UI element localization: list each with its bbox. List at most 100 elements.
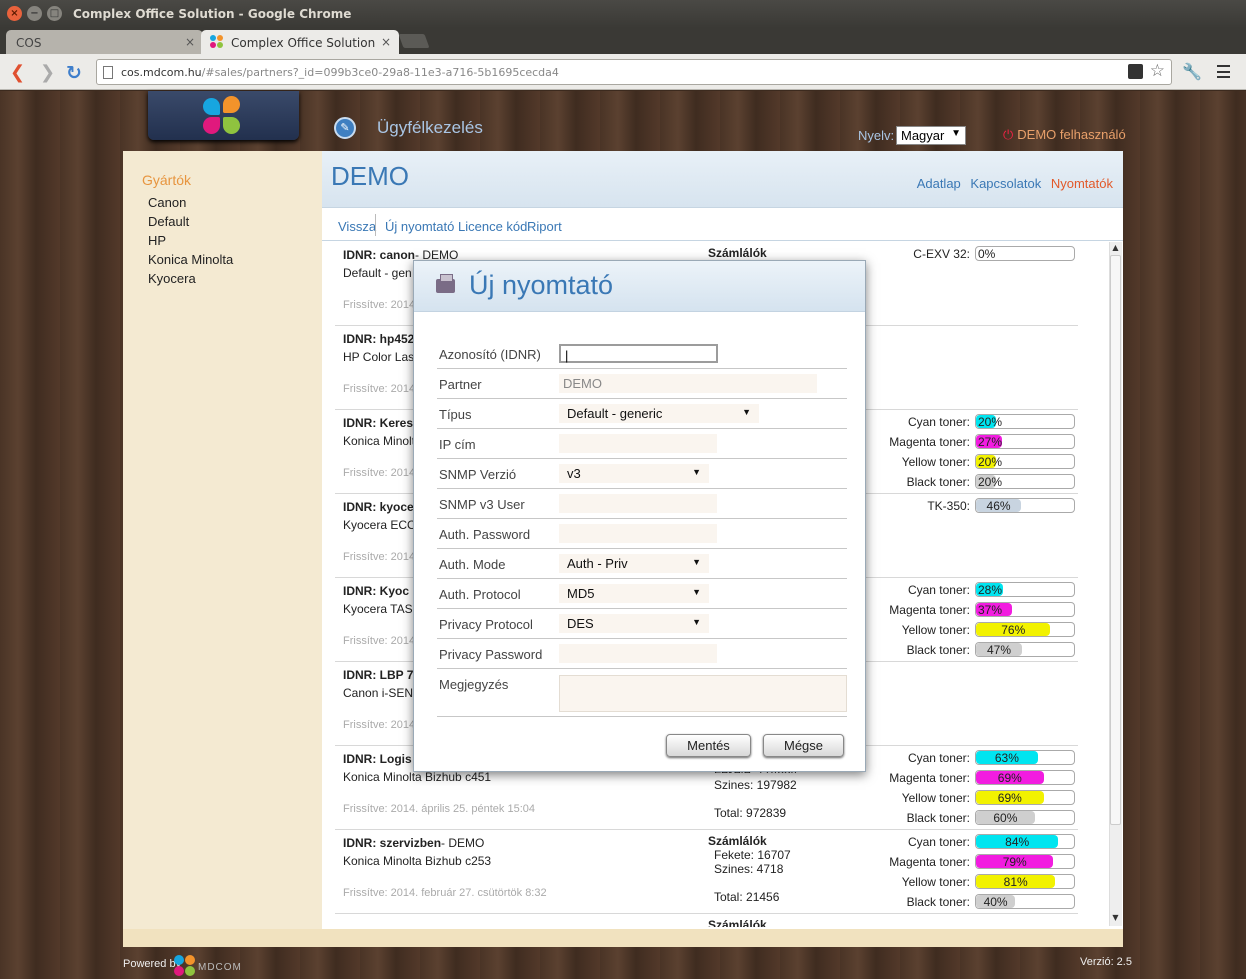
snmp-version-select[interactable]: v3 ▼ <box>559 464 709 483</box>
reload-icon[interactable]: ↻ <box>66 62 82 84</box>
counters-heading: Számlálók <box>708 918 767 927</box>
extension-icon[interactable]: 🔧 <box>1182 62 1202 81</box>
form-row-type: Típus Default - generic ▼ <box>437 399 847 429</box>
window-title: Complex Office Solution - Google Chrome <box>73 7 352 21</box>
new-printer-dialog: Új nyomtató Azonosító (IDNR) | Partner D… <box>413 260 866 772</box>
toner-percent: 84% <box>1005 835 1030 849</box>
snmp-user-input[interactable] <box>559 494 717 513</box>
form-row-snmp-user: SNMP v3 User <box>437 489 847 519</box>
idnr-input[interactable]: | <box>559 344 718 363</box>
form-row-idnr: Azonosító (IDNR) | <box>437 339 847 369</box>
version-label: Verzió: 2.5 <box>1080 956 1132 968</box>
partner-field: DEMO <box>559 374 817 393</box>
toner-percent: 69% <box>997 771 1022 785</box>
window-titlebar: × − □ Complex Office Solution - Google C… <box>0 0 1246 28</box>
sidebar-item-canon[interactable]: Canon <box>148 195 186 210</box>
toner-percent: 40% <box>983 895 1008 909</box>
customer-management-icon: ✎ <box>334 117 356 139</box>
sidebar-item-default[interactable]: Default <box>148 214 189 229</box>
auth-protocol-select[interactable]: MD5 ▼ <box>559 584 709 603</box>
counter-total: Total: 972839 <box>714 806 787 820</box>
counters-heading: Számlálók <box>708 246 767 260</box>
save-button[interactable]: Mentés <box>666 734 751 757</box>
minimize-window-icon[interactable]: − <box>27 6 42 21</box>
sidebar-item-kyocera[interactable]: Kyocera <box>148 271 196 286</box>
toner-percent: 20% <box>978 455 1003 469</box>
address-bar[interactable]: cos.mdcom.hu/#sales/partners?_id=099b3ce… <box>96 59 1172 85</box>
auth-mode-select[interactable]: Auth - Priv ▼ <box>559 554 709 573</box>
note-textarea[interactable] <box>559 675 847 712</box>
cancel-button[interactable]: Mégse <box>763 734 844 757</box>
user-logout[interactable]: ⏻ DEMO felhasználó <box>1003 127 1126 143</box>
dropdown-arrow-icon: ▼ <box>742 407 751 417</box>
form-row-note: Megjegyzés <box>437 669 847 717</box>
toner-label: C-EXV 32: <box>913 247 970 261</box>
toner-percent: 47% <box>987 643 1012 657</box>
toner-bar: 60% <box>975 810 1075 825</box>
toner-label: Yellow toner: <box>901 875 970 889</box>
toner-percent: 20% <box>978 415 1003 429</box>
back-icon[interactable]: ❮ <box>10 62 25 83</box>
license-link[interactable]: Licence kód <box>458 219 527 234</box>
form-row-partner: Partner DEMO <box>437 369 847 399</box>
toner-bar: 81% <box>975 874 1075 889</box>
sidebar-heading: Gyártók <box>142 172 192 188</box>
tab-complex-office[interactable]: Complex Office Solution × <box>201 30 399 54</box>
printer-icon <box>436 274 455 293</box>
new-tab-button[interactable] <box>398 34 430 48</box>
link-nyomtatok[interactable]: Nyomtatók <box>1051 176 1113 191</box>
toner-percent: 37% <box>978 603 1003 617</box>
close-tab-icon[interactable]: × <box>381 35 391 49</box>
form-row-auth-password: Auth. Password <box>437 519 847 549</box>
dropdown-arrow-icon: ▼ <box>951 128 961 139</box>
form-row-privacy-protocol: Privacy Protocol DES ▼ <box>437 609 847 639</box>
toner-bar: 20% <box>975 474 1075 489</box>
report-link[interactable]: Riport <box>527 219 562 234</box>
counter-total: Total: 21456 <box>714 890 780 904</box>
link-kapcsolatok[interactable]: Kapcsolatok <box>970 176 1041 191</box>
sidebar-item-konica[interactable]: Konica Minolta <box>148 252 233 267</box>
footer-brand: MDCOM <box>198 962 242 973</box>
dropdown-arrow-icon: ▼ <box>692 587 701 597</box>
form-row-privacy-password: Privacy Password <box>437 639 847 669</box>
dropdown-arrow-icon: ▼ <box>692 467 701 477</box>
toner-label: Yellow toner: <box>901 791 970 805</box>
type-select[interactable]: Default - generic ▼ <box>559 404 759 423</box>
app-logo[interactable] <box>148 91 299 140</box>
bookmark-star-icon[interactable]: ☆ <box>1150 61 1165 81</box>
toner-bar: 40% <box>975 894 1075 909</box>
menu-icon[interactable] <box>1217 65 1230 78</box>
auth-password-input[interactable] <box>559 524 717 543</box>
tab-cos[interactable]: COS × <box>6 30 203 54</box>
toner-label: Black toner: <box>906 895 970 909</box>
toner-bar: 37% <box>975 602 1075 617</box>
scroll-down-icon[interactable]: ▼ <box>1110 913 1121 924</box>
divider <box>375 214 376 236</box>
language-select[interactable]: Magyar ▼ <box>896 126 966 145</box>
wrench-icon[interactable] <box>1128 64 1143 79</box>
counter-black: Fekete: 16707 <box>714 848 791 862</box>
back-link[interactable]: Vissza <box>338 219 376 234</box>
sub-navigation: Vissza Új nyomtató Licence kód Riport <box>322 210 1123 241</box>
dropdown-arrow-icon: ▼ <box>692 617 701 627</box>
new-printer-link[interactable]: Új nyomtató <box>385 219 454 234</box>
ip-input[interactable] <box>559 434 717 453</box>
close-tab-icon[interactable]: × <box>185 35 195 49</box>
form-row-snmp: SNMP Verzió v3 ▼ <box>437 459 847 489</box>
sidebar-item-hp[interactable]: HP <box>148 233 166 248</box>
toner-percent: 0% <box>978 247 996 261</box>
link-adatlap[interactable]: Adatlap <box>917 176 961 191</box>
tab-label: COS <box>16 36 42 50</box>
url-text: cos.mdcom.hu/#sales/partners?_id=099b3ce… <box>121 66 559 79</box>
scroll-up-icon[interactable]: ▲ <box>1110 243 1121 254</box>
forward-icon[interactable]: ❯ <box>40 62 55 83</box>
tab-label: Complex Office Solution <box>231 36 376 50</box>
power-icon: ⏻ <box>1003 127 1014 142</box>
privacy-protocol-select[interactable]: DES ▼ <box>559 614 709 633</box>
maximize-window-icon[interactable]: □ <box>47 6 62 21</box>
close-window-icon[interactable]: × <box>7 6 22 21</box>
toner-percent: 79% <box>1002 855 1027 869</box>
scrollbar-thumb[interactable] <box>1110 255 1121 825</box>
toner-percent: 69% <box>997 791 1022 805</box>
privacy-password-input[interactable] <box>559 644 717 663</box>
